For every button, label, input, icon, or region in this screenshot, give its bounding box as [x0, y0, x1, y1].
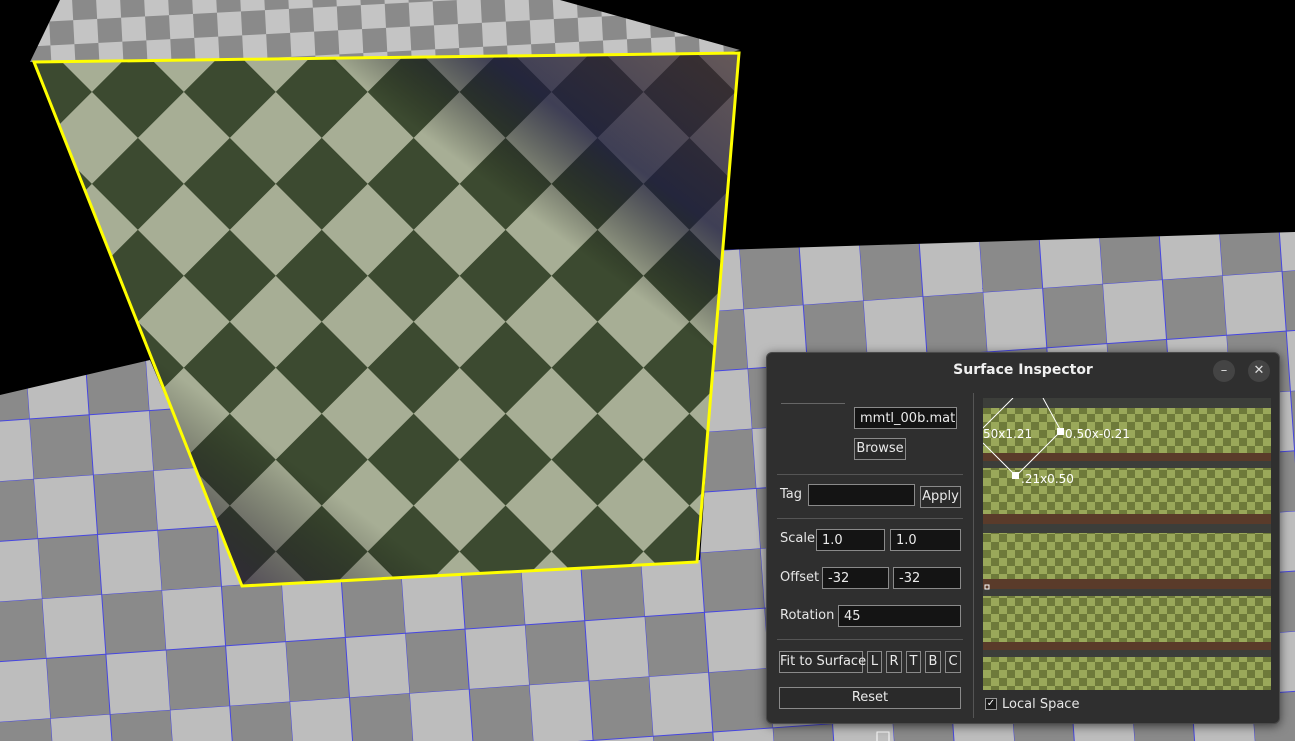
uv-atlas-preview[interactable]: 50x1.21 0.50x-0.21 .21x0.50: [983, 398, 1271, 690]
atlas-strip: [983, 650, 1271, 690]
surface-inspector-panel: Surface Inspector – ✕ mmtl_00b.mat.n Bro…: [766, 352, 1280, 724]
uv-handle[interactable]: [1057, 428, 1064, 435]
material-preview: [781, 403, 845, 404]
uv-label: 50x1.21: [983, 427, 1032, 441]
vertical-separator: [973, 393, 974, 718]
tag-label: Tag: [780, 487, 803, 502]
separator: [777, 474, 963, 475]
align-left-button[interactable]: L: [867, 651, 882, 673]
align-bottom-button[interactable]: B: [925, 651, 941, 673]
atlas-strip: [983, 461, 1271, 524]
fit-to-surface-button[interactable]: Fit to Surface: [779, 651, 866, 673]
offset-x-input[interactable]: -32: [822, 567, 889, 589]
offset-label: Offset: [780, 570, 820, 585]
uv-label: 0.50x-0.21: [1065, 427, 1130, 441]
close-button[interactable]: ✕: [1248, 360, 1270, 382]
apply-button[interactable]: Apply: [920, 486, 961, 508]
uv-handle[interactable]: [1012, 472, 1019, 479]
scale-label: Scale: [780, 531, 815, 546]
reset-button[interactable]: Reset: [779, 687, 961, 709]
material-name-field[interactable]: mmtl_00b.mat.n: [854, 407, 957, 429]
atlas-strip: [983, 524, 1271, 589]
scale-x-input[interactable]: 1.0: [816, 529, 885, 551]
align-center-button[interactable]: C: [945, 651, 961, 673]
panel-titlebar[interactable]: Surface Inspector – ✕: [767, 353, 1279, 387]
rotation-label: Rotation: [780, 608, 835, 623]
local-space-label: Local Space: [1002, 697, 1080, 712]
minimize-button[interactable]: –: [1213, 360, 1235, 382]
tag-input[interactable]: [808, 484, 915, 506]
scale-y-input[interactable]: 1.0: [890, 529, 961, 551]
uv-label: .21x0.50: [1021, 472, 1074, 486]
panel-title: Surface Inspector: [953, 362, 1093, 378]
rotation-input[interactable]: 45: [838, 605, 961, 627]
local-space-checkbox[interactable]: ✓: [985, 698, 997, 710]
atlas-strip: [983, 589, 1271, 650]
separator: [777, 518, 963, 519]
align-right-button[interactable]: R: [886, 651, 902, 673]
align-top-button[interactable]: T: [906, 651, 921, 673]
browse-button[interactable]: Browse: [854, 438, 906, 460]
separator: [777, 639, 963, 640]
offset-y-input[interactable]: -32: [893, 567, 961, 589]
